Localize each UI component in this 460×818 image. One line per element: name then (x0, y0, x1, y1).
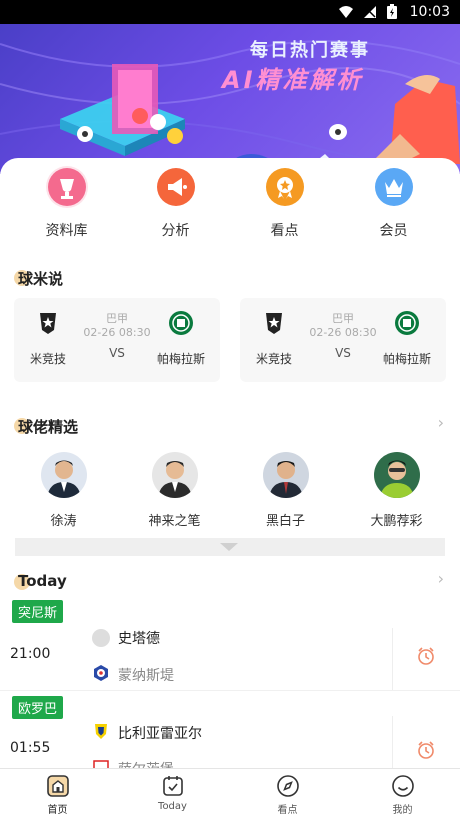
tab-home[interactable]: 首页 (0, 769, 115, 818)
main-content: 资料库 分析 看点 会员 球米说 米竞技 巴甲 02-26 08:30 VS 帕… (0, 158, 460, 778)
section-title-qiumi: 球米说 (14, 268, 63, 289)
team-logo-icon (92, 722, 110, 744)
quick-actions: 资料库 分析 看点 会员 (0, 166, 460, 240)
expert-name: 徐涛 (50, 514, 77, 529)
status-bar: 10:03 (0, 0, 460, 24)
match-card[interactable]: 米竞技 巴甲 02-26 08:30 VS 帕梅拉斯 (14, 298, 220, 382)
chevron-right-icon[interactable]: › (438, 569, 444, 588)
tab-label: 我的 (392, 805, 413, 816)
tab-highlights[interactable]: 看点 (230, 769, 345, 818)
match-time: 01:55 (10, 740, 51, 756)
home-icon (0, 774, 115, 798)
league-badge: 突尼斯 (12, 600, 64, 623)
row-divider (392, 716, 393, 768)
tab-profile[interactable]: 我的 (345, 769, 460, 818)
today-match-row[interactable]: 突尼斯 21:00 史塔德 蒙纳斯堤 (0, 600, 460, 690)
avatar (262, 452, 309, 498)
expert-item[interactable]: 徐涛 (16, 452, 112, 529)
caret-down-icon (220, 543, 238, 551)
quick-database[interactable]: 资料库 (27, 166, 107, 240)
expert-list: 徐涛 神来之笔 黑白子 大鹏荐彩 (0, 452, 460, 529)
away-team-name: 帕梅拉斯 (382, 352, 431, 366)
team-badge-icon (395, 311, 419, 335)
row-divider (392, 628, 393, 690)
quick-highlights[interactable]: 看点 (245, 166, 325, 240)
expand-toggle[interactable] (15, 538, 445, 556)
quick-database-label: 资料库 (45, 223, 88, 239)
database-icon (45, 166, 88, 208)
section-title-experts: 球佬精选 (14, 416, 78, 437)
away-team: 帕梅拉斯 (154, 310, 208, 367)
wifi-icon (338, 4, 354, 20)
expert-item[interactable]: 黑白子 (238, 452, 334, 529)
banner-headline: 每日热门赛事 (250, 40, 370, 61)
tab-today[interactable]: Today (115, 769, 230, 818)
megaphone-icon (155, 166, 197, 208)
avatar (40, 452, 87, 498)
section-title-today: Today (14, 572, 67, 590)
avatar (151, 452, 198, 498)
home-team-name: 史塔德 (118, 631, 160, 647)
away-team: 帕梅拉斯 (380, 310, 434, 367)
status-time: 10:03 (409, 4, 450, 20)
quick-membership[interactable]: 会员 (354, 166, 434, 240)
expert-item[interactable]: 大鹏荐彩 (349, 452, 445, 529)
home-team-name: 比利亚雷亚尔 (118, 726, 202, 742)
divider (0, 690, 460, 691)
promo-banner[interactable]: 每日热门赛事 AI精准解析 (0, 24, 460, 174)
away-team-name: 蒙纳斯堤 (118, 668, 174, 684)
avatar (373, 452, 420, 498)
chevron-right-icon[interactable]: › (438, 413, 444, 432)
home-team: 史塔德 (92, 628, 160, 648)
tab-label: Today (158, 801, 187, 812)
team-badge-icon (169, 311, 193, 335)
calendar-icon (115, 774, 230, 798)
quick-analysis-label: 分析 (161, 223, 190, 239)
signal-icon (362, 4, 378, 20)
banner-artwork (0, 40, 460, 174)
battery-icon (386, 4, 398, 20)
alarm-clock-icon[interactable] (416, 740, 436, 764)
expert-name: 黑白子 (265, 514, 305, 529)
league-badge: 欧罗巴 (12, 696, 64, 719)
team-logo-icon (92, 629, 110, 647)
banner-subheadline: AI精准解析 (222, 66, 364, 94)
smiley-icon (345, 774, 460, 798)
match-card-list: 米竞技 巴甲 02-26 08:30 VS 帕梅拉斯 米竞技 巴甲 02-26 … (14, 298, 446, 382)
quick-highlights-label: 看点 (270, 223, 299, 239)
match-card[interactable]: 米竞技 巴甲 02-26 08:30 VS 帕梅拉斯 (240, 298, 446, 382)
crown-icon (373, 166, 415, 208)
bottom-tab-bar: 首页 Today 看点 我的 (0, 768, 460, 818)
tab-label: 首页 (47, 805, 68, 816)
alarm-clock-icon[interactable] (416, 646, 436, 670)
quick-analysis[interactable]: 分析 (136, 166, 216, 240)
medal-icon (264, 166, 306, 208)
tab-label: 看点 (277, 805, 298, 816)
quick-membership-label: 会员 (379, 223, 408, 239)
compass-icon (230, 774, 345, 798)
match-time: 21:00 (10, 646, 51, 662)
team-logo-icon (92, 664, 110, 686)
today-match-row[interactable]: 欧罗巴 01:55 比利亚雷亚尔 萨尔茨堡 (0, 696, 460, 778)
expert-name: 大鹏荐彩 (370, 514, 423, 529)
home-team: 比利亚雷亚尔 (92, 722, 202, 744)
expert-name: 神来之笔 (148, 514, 201, 529)
away-team: 蒙纳斯堤 (92, 664, 174, 686)
expert-item[interactable]: 神来之笔 (127, 452, 223, 529)
away-team-name: 帕梅拉斯 (156, 352, 205, 366)
